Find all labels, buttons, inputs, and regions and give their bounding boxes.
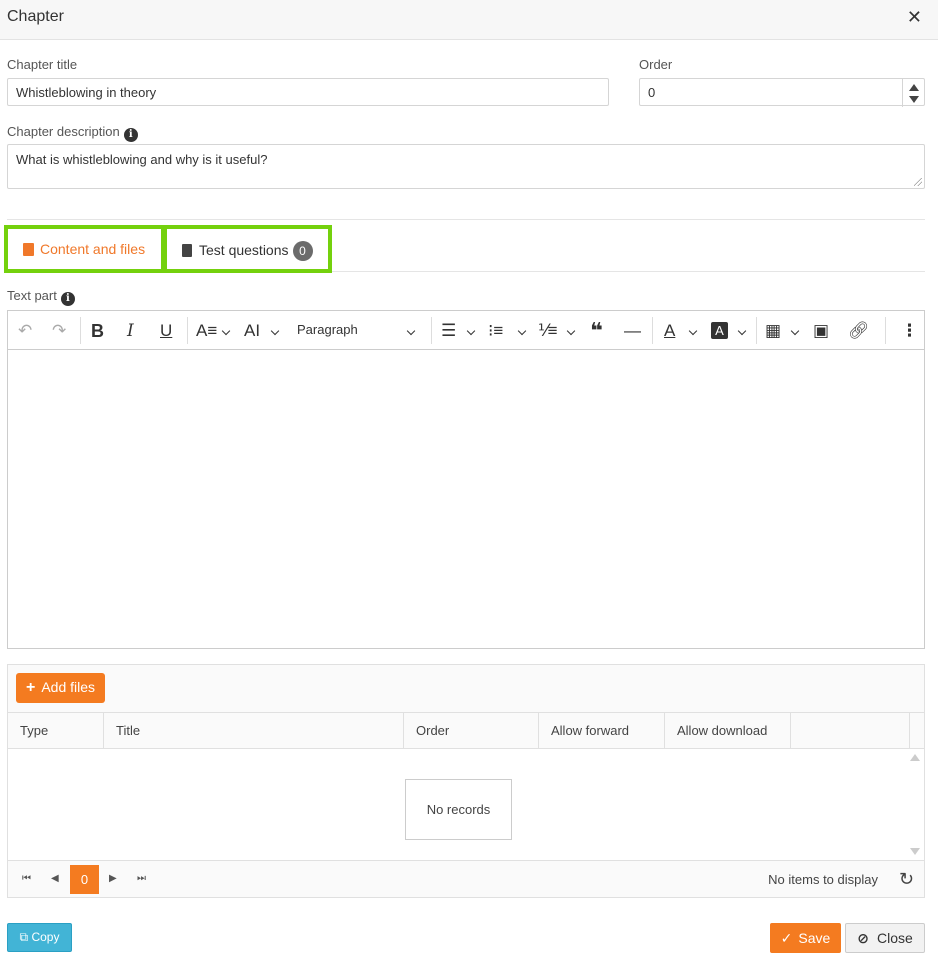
column-header-allow-forward[interactable]: Allow forward [539,713,665,748]
last-page-icon[interactable]: ⏭ [137,873,146,884]
tab-test-questions[interactable]: Test questions 0 [174,235,321,265]
link-icon[interactable]: 🔗︎ [848,320,870,342]
decrement-arrow-icon[interactable] [909,96,919,103]
column-header-allow-download[interactable]: Allow download [665,713,791,748]
chevron-down-icon[interactable] [270,326,280,336]
align-left-icon[interactable]: ☰ [441,320,456,342]
copy-label: Copy [31,930,60,944]
chapter-description-label: Chapter description i [7,124,138,142]
column-header-order[interactable]: Order [404,713,539,748]
toolbar-separator [431,317,432,344]
copy-button[interactable]: ⧉ Copy [7,923,72,952]
close-button[interactable]: ⊘ Close [845,923,925,953]
order-input[interactable]: 0 [639,78,925,107]
no-records-message: No records [405,779,512,840]
block-quote-icon[interactable]: ❝ [590,320,603,342]
highlight-color-icon[interactable]: A [711,322,728,339]
grid-pager: ⏮ ◀ 0 ▶ ⏭ No items to display ↻ [8,860,924,897]
current-page[interactable]: 0 [70,865,99,894]
clipboard-icon [182,244,192,257]
paragraph-select[interactable]: Paragraph [297,322,358,337]
chapter-title-label: Chapter title [7,57,78,72]
divider [7,219,925,220]
check-icon: ✓ [780,930,793,946]
first-page-icon[interactable]: ⏮ [22,873,31,884]
plus-icon: + [26,679,36,696]
copy-icon: ⧉ [19,930,29,944]
rich-text-editor[interactable]: ↶ ↷ B I U A≡ AI Paragraph ☰ ⁝≡ ⅟≡ ❝ — A … [7,310,925,649]
toolbar-separator [652,317,653,344]
previous-page-icon[interactable]: ◀ [51,873,59,884]
next-page-icon[interactable]: ▶ [109,873,117,884]
add-files-label: Add files [41,679,96,695]
undo-icon[interactable]: ↶ [18,320,32,342]
chevron-down-icon[interactable] [790,326,800,336]
chevron-down-icon[interactable] [688,326,698,336]
close-label: Close [876,930,913,946]
font-color-icon[interactable]: A [664,320,675,342]
font-size-icon[interactable]: AI [244,320,260,342]
horizontal-line-icon[interactable]: — [624,320,641,342]
numbered-list-icon[interactable]: ⅟≡ [538,320,558,342]
chevron-down-icon[interactable] [566,326,576,336]
editor-toolbar: ↶ ↷ B I U A≡ AI Paragraph ☰ ⁝≡ ⅟≡ ❝ — A … [8,311,924,350]
chapter-description-textarea[interactable]: What is whistleblowing and why is it use… [7,144,925,189]
order-value: 0 [648,85,656,100]
toolbar-separator [756,317,757,344]
text-part-label-text: Text part [7,288,57,303]
font-family-icon[interactable]: A≡ [196,320,217,342]
more-options-icon[interactable]: ⋮ [901,320,918,342]
grid-body: No records [8,749,924,860]
add-files-button[interactable]: + Add files [16,673,106,703]
toolbar-separator [885,317,886,344]
increment-arrow-icon[interactable] [909,84,919,91]
tabs-highlight-divider [161,225,167,273]
toolbar-separator [187,317,188,344]
refresh-icon[interactable]: ↻ [899,869,914,890]
tab-label: Test questions [199,242,289,258]
chevron-down-icon[interactable] [406,326,416,336]
column-header-actions [791,713,910,748]
text-part-label: Text part i [7,288,75,306]
scroll-down-icon[interactable] [910,848,920,855]
order-spinner[interactable] [902,79,924,107]
book-icon [23,243,34,256]
close-icon[interactable]: ✕ [907,8,922,26]
save-button[interactable]: ✓ Save [770,923,841,953]
info-icon: i [60,292,75,306]
info-icon: i [123,128,138,142]
ban-icon: ⊘ [857,930,869,946]
chapter-description-value: What is whistleblowing and why is it use… [16,152,268,167]
chapter-title-input[interactable]: Whistleblowing in theory [7,78,609,106]
toolbar-separator [80,317,81,344]
order-label: Order [639,57,673,72]
chevron-down-icon[interactable] [517,326,527,336]
chevron-down-icon[interactable] [466,326,476,336]
chevron-down-icon[interactable] [221,326,231,336]
italic-icon[interactable]: I [127,320,134,342]
bulleted-list-icon[interactable]: ⁝≡ [488,320,503,342]
count-badge: 0 [292,241,313,261]
scroll-up-icon[interactable] [910,754,920,761]
tab-content-and-files[interactable]: Content and files [15,235,153,265]
pager-info: No items to display [768,872,878,887]
save-label: Save [798,930,831,946]
column-header-type[interactable]: Type [8,713,104,748]
column-header-title[interactable]: Title [104,713,404,748]
chevron-down-icon[interactable] [737,326,747,336]
dialog-titlebar: Chapter ✕ [0,0,938,40]
dialog-title: Chapter [7,8,64,25]
table-icon[interactable]: ▦ [765,320,781,342]
resize-grip-icon[interactable] [914,178,922,186]
tab-label: Content and files [40,241,146,257]
files-panel: + Add files Type Title Order Allow forwar… [7,664,925,898]
chapter-description-label-text: Chapter description [7,124,120,139]
image-icon[interactable]: ▣ [813,320,829,342]
underline-icon[interactable]: U [160,320,172,342]
bold-icon[interactable]: B [91,320,104,342]
grid-header: Type Title Order Allow forward Allow dow… [8,712,924,749]
redo-icon[interactable]: ↷ [52,320,66,342]
